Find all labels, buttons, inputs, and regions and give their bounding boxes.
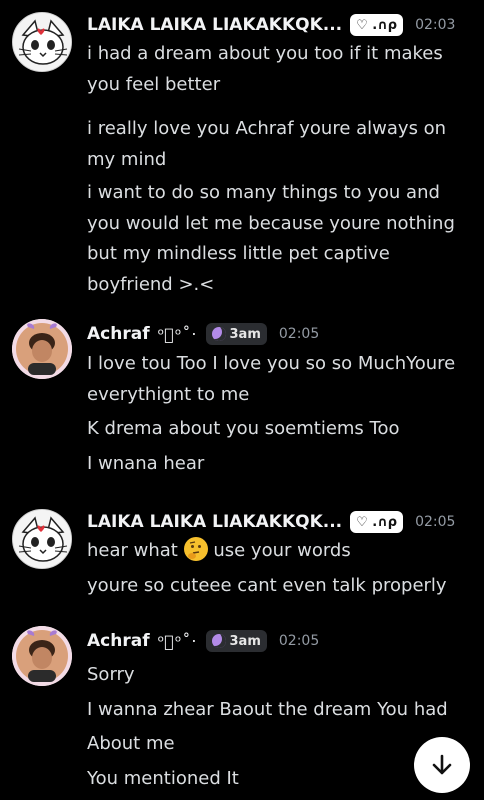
message-header: LAIKA LAIKA LIAKAKKQK... ♡ .∩ρ 02:03: [87, 10, 474, 40]
role-badge[interactable]: 3am: [205, 323, 267, 345]
message-text: i really love you Achraf youre always on…: [87, 118, 447, 170]
message-segment: use your words: [213, 540, 351, 561]
arrow-down-icon: [432, 754, 452, 775]
badge-label: ♡ .∩ρ: [356, 514, 398, 530]
moon-icon: [211, 634, 226, 648]
avatar[interactable]: [12, 12, 72, 72]
message-text: i want to do so many things to you and y…: [87, 182, 455, 295]
role-badge[interactable]: ♡ .∩ρ: [350, 511, 404, 533]
author-name-symbols: ᵒᷟᵒ˚‧: [157, 324, 198, 344]
message-header: LAIKA LAIKA LIAKAKKQK... ♡ .∩ρ 02:05: [87, 507, 474, 537]
message-text: hear what use your words: [87, 536, 467, 567]
author-name[interactable]: Achraf: [87, 631, 150, 651]
timestamp: 02:05: [278, 326, 320, 342]
avatar-cat-image: [13, 510, 71, 568]
message-text: I wnana hear: [87, 453, 205, 474]
badge-label: 3am: [229, 326, 261, 342]
message-text: Sorry: [87, 664, 135, 685]
avatar[interactable]: [12, 319, 72, 379]
message-text: You mentioned It: [87, 768, 239, 789]
author-name[interactable]: Achraf: [87, 324, 150, 344]
moon-icon: [211, 327, 226, 341]
timestamp: 02:05: [278, 633, 320, 649]
role-badge[interactable]: ♡ .∩ρ: [350, 14, 404, 36]
avatar-photo-image: [12, 319, 72, 379]
message-segment: hear what: [87, 540, 178, 561]
scroll-to-bottom-button[interactable]: [414, 737, 470, 793]
message-text: I wanna zhear Baout the dream You had: [87, 699, 448, 720]
message-text: K drema about you soemtiems Too: [87, 418, 400, 439]
role-badge[interactable]: 3am: [205, 630, 267, 652]
message-text: I love tou Too I love you so so MuchYour…: [87, 353, 456, 405]
author-name[interactable]: LAIKA LAIKA LIAKAKKQK...: [87, 15, 342, 35]
message-text: youre so cuteee cant even talk properly: [87, 575, 447, 596]
avatar[interactable]: [12, 509, 72, 569]
message-text: i had a dream about you too if it makes …: [87, 43, 443, 95]
timestamp: 02:03: [415, 17, 456, 33]
timestamp: 02:05: [415, 514, 456, 530]
message-header: Achraf ᵒᷟᵒ˚‧ 3am 02:05: [87, 626, 474, 656]
avatar-photo-image: [12, 626, 72, 686]
avatar[interactable]: [12, 626, 72, 686]
badge-label: 3am: [229, 633, 261, 649]
avatar-cat-image: [13, 13, 71, 71]
author-name-symbols: ᵒᷟᵒ˚‧: [157, 631, 198, 651]
badge-label: ♡ .∩ρ: [356, 17, 398, 33]
message-text: About me: [87, 733, 175, 754]
message-header: Achraf ᵒᷟᵒ˚‧ 3am 02:05: [87, 319, 474, 349]
thinking-face-icon: [183, 537, 208, 561]
author-name[interactable]: LAIKA LAIKA LIAKAKKQK...: [87, 512, 342, 532]
